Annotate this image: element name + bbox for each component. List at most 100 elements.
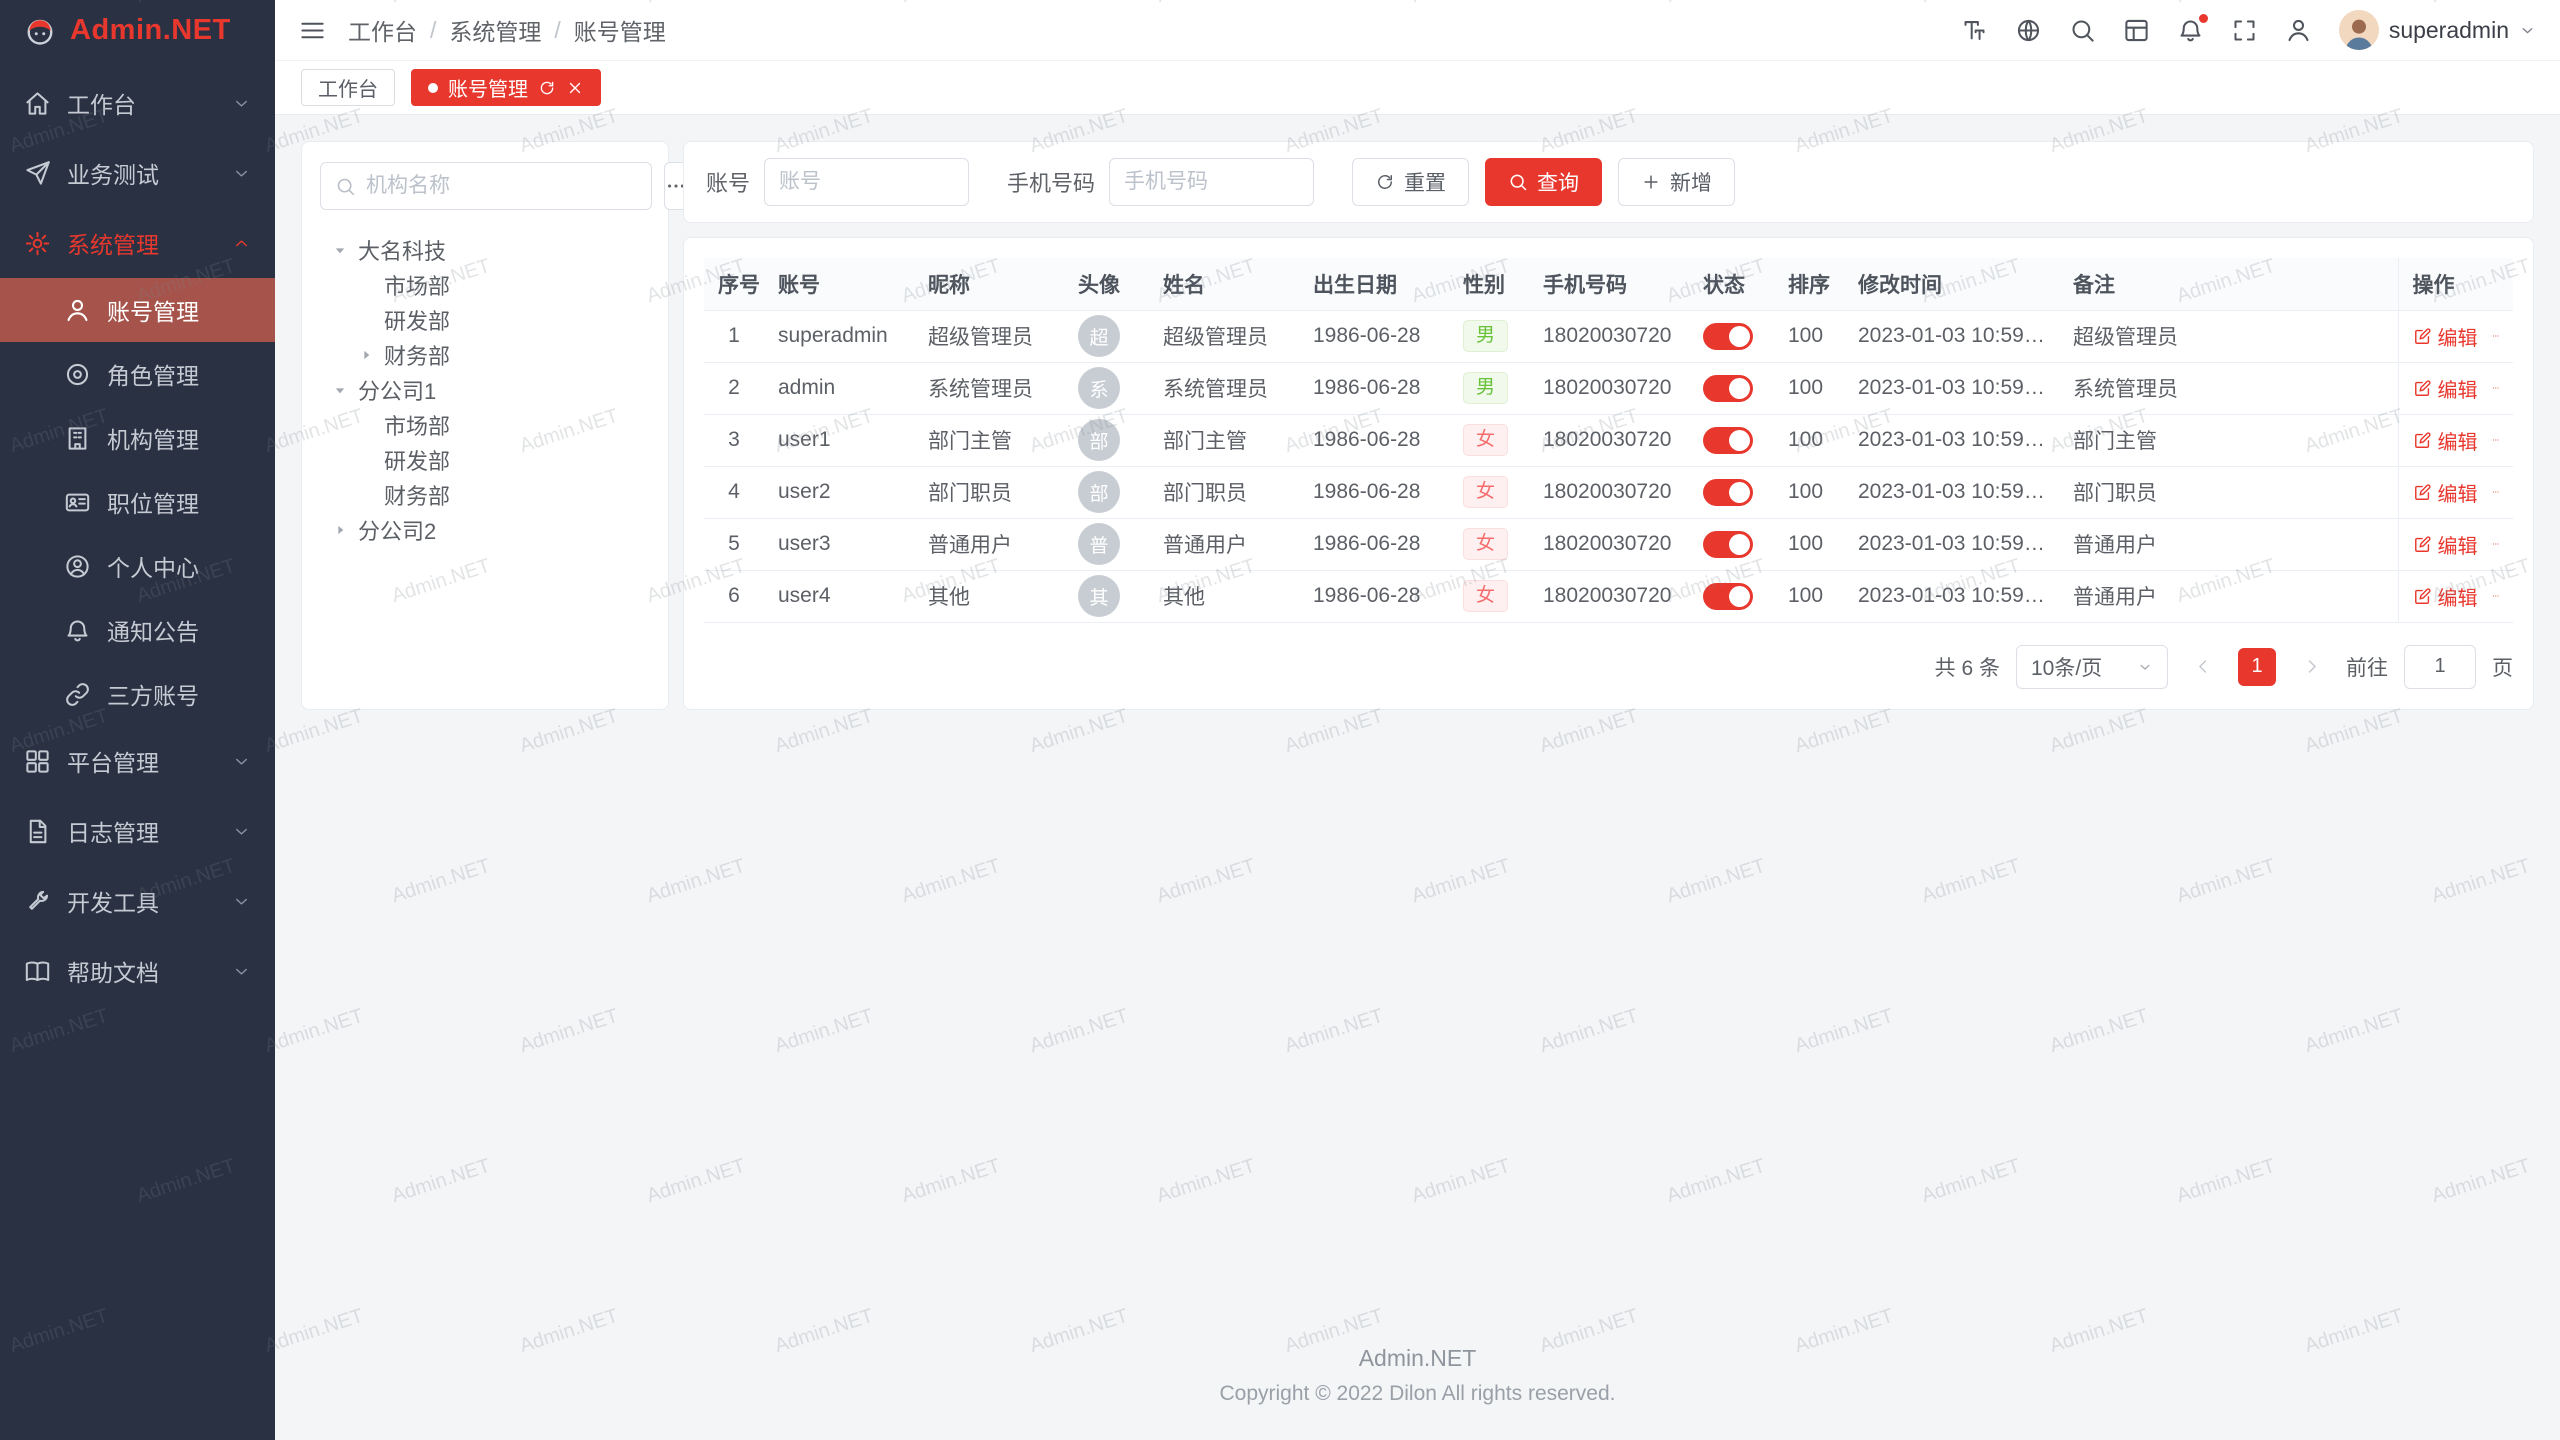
sidebar-item-dev-tools[interactable]: 开发工具 xyxy=(0,866,275,936)
tab-workbench[interactable]: 工作台 xyxy=(301,69,395,106)
topbar: 工作台/系统管理/账号管理 superadmin xyxy=(275,0,2560,60)
row-more-button[interactable] xyxy=(2492,585,2500,607)
chevron-down-icon xyxy=(2519,22,2536,39)
search-button[interactable]: 查询 xyxy=(1485,158,1602,206)
cell-index: 1 xyxy=(704,310,764,362)
cell-status xyxy=(1689,414,1774,466)
hamburger-icon[interactable] xyxy=(299,17,326,44)
phone-filter-input[interactable] xyxy=(1109,158,1314,206)
edit-button[interactable]: 编辑 xyxy=(2413,374,2478,403)
next-page-button[interactable] xyxy=(2292,648,2330,686)
sidebar-item-role-mgmt[interactable]: 角色管理 xyxy=(0,342,275,406)
current-page-button[interactable]: 1 xyxy=(2238,648,2276,686)
tab-active-dot xyxy=(428,83,438,93)
edit-button[interactable]: 编辑 xyxy=(2413,426,2478,455)
reset-button[interactable]: 重置 xyxy=(1352,158,1469,206)
table-row: 2admin系统管理员系系统管理员1986-06-28男180200307201… xyxy=(704,362,2513,414)
sidebar-item-workbench[interactable]: 工作台 xyxy=(0,68,275,138)
caret-right-fill-icon xyxy=(330,520,350,540)
row-more-button[interactable] xyxy=(2492,325,2500,347)
caret-down-icon[interactable] xyxy=(328,238,352,262)
row-actions: 编辑 xyxy=(2413,374,2500,403)
cell-phone: 18020030720 xyxy=(1529,466,1689,518)
row-more-button[interactable] xyxy=(2492,481,2500,503)
sidebar-item-personal-center[interactable]: 个人中心 xyxy=(0,534,275,598)
layout-button[interactable] xyxy=(2123,17,2150,44)
page-size-select[interactable]: 10条/页 xyxy=(2016,645,2168,689)
caret-right-icon[interactable] xyxy=(354,343,378,367)
row-more-button[interactable] xyxy=(2492,429,2500,451)
tree-node[interactable]: 分公司2 xyxy=(320,512,650,547)
tree-node[interactable]: 财务部 xyxy=(320,477,650,512)
status-toggle[interactable] xyxy=(1703,531,1753,558)
tab-account-mgmt[interactable]: 账号管理 xyxy=(411,69,601,106)
logo[interactable]: Admin.NET xyxy=(0,0,275,60)
tree-node[interactable]: 市场部 xyxy=(320,407,650,442)
language-button[interactable] xyxy=(2015,17,2042,44)
tree-node[interactable]: 财务部 xyxy=(320,337,650,372)
cell-name: 部门职员 xyxy=(1149,466,1299,518)
sidebar-item-help-docs[interactable]: 帮助文档 xyxy=(0,936,275,1006)
tree-node[interactable]: 分公司1 xyxy=(320,372,650,407)
sidebar-item-notice[interactable]: 通知公告 xyxy=(0,598,275,662)
edit-button-label: 编辑 xyxy=(2438,530,2478,559)
sidebar-item-log-mgmt[interactable]: 日志管理 xyxy=(0,796,275,866)
notification-button[interactable] xyxy=(2177,17,2204,44)
caret-right-icon[interactable] xyxy=(328,518,352,542)
row-more-button[interactable] xyxy=(2492,377,2500,399)
cell-account: superadmin xyxy=(764,310,914,362)
more-icon xyxy=(2492,533,2500,555)
prev-page-button[interactable] xyxy=(2184,648,2222,686)
app-root: Admin.NET 工作台业务测试系统管理账号管理角色管理机构管理职位管理个人中… xyxy=(0,0,2560,1440)
sidebar-item-position-mgmt[interactable]: 职位管理 xyxy=(0,470,275,534)
tree-node[interactable]: 市场部 xyxy=(320,267,650,302)
caret-down-icon[interactable] xyxy=(328,378,352,402)
sidebar-item-org-mgmt[interactable]: 机构管理 xyxy=(0,406,275,470)
edit-button[interactable]: 编辑 xyxy=(2413,322,2478,351)
row-more-button[interactable] xyxy=(2492,533,2500,555)
status-toggle[interactable] xyxy=(1703,479,1753,506)
breadcrumb: 工作台/系统管理/账号管理 xyxy=(348,13,666,47)
add-button[interactable]: 新增 xyxy=(1618,158,1735,206)
tab-close-button[interactable] xyxy=(566,79,584,97)
cell-phone: 18020030720 xyxy=(1529,570,1689,622)
fullscreen-button[interactable] xyxy=(2231,17,2258,44)
sidebar-item-business-test[interactable]: 业务测试 xyxy=(0,138,275,208)
user-button[interactable] xyxy=(2285,17,2312,44)
tree-node[interactable]: 大名科技 xyxy=(320,232,650,267)
sidebar-item-system-mgmt[interactable]: 系统管理 xyxy=(0,208,275,278)
sidebar-item-third-account[interactable]: 三方账号 xyxy=(0,662,275,726)
user-menu[interactable]: superadmin xyxy=(2339,10,2536,50)
edit-button[interactable]: 编辑 xyxy=(2413,530,2478,559)
tree-node-label: 研发部 xyxy=(384,444,450,476)
goto-page-input[interactable] xyxy=(2404,645,2476,689)
edit-button-label: 编辑 xyxy=(2438,322,2478,351)
sidebar-item-platform-mgmt[interactable]: 平台管理 xyxy=(0,726,275,796)
cell-sort: 100 xyxy=(1774,518,1844,570)
status-toggle[interactable] xyxy=(1703,323,1753,350)
status-toggle[interactable] xyxy=(1703,375,1753,402)
tab-refresh-button[interactable] xyxy=(538,79,556,97)
account-filter-input[interactable] xyxy=(764,158,969,206)
breadcrumb-item[interactable]: 系统管理 xyxy=(449,13,541,47)
edit-button[interactable]: 编辑 xyxy=(2413,582,2478,611)
sidebar: Admin.NET 工作台业务测试系统管理账号管理角色管理机构管理职位管理个人中… xyxy=(0,0,275,1440)
more-icon xyxy=(2492,481,2500,503)
cell-remark: 部门职员 xyxy=(2059,466,2398,518)
caret-down-fill-icon xyxy=(330,240,350,260)
edit-icon xyxy=(2413,379,2432,398)
edit-button[interactable]: 编辑 xyxy=(2413,478,2478,507)
caret-right-fill-icon xyxy=(356,345,376,365)
edit-button-label: 编辑 xyxy=(2438,374,2478,403)
status-toggle[interactable] xyxy=(1703,427,1753,454)
sidebar-menu: 工作台业务测试系统管理账号管理角色管理机构管理职位管理个人中心通知公告三方账号平… xyxy=(0,60,275,1440)
search-button[interactable] xyxy=(2069,17,2096,44)
font-size-button[interactable] xyxy=(1961,17,1988,44)
row-actions: 编辑 xyxy=(2413,426,2500,455)
sidebar-item-account-mgmt[interactable]: 账号管理 xyxy=(0,278,275,342)
org-search-input[interactable] xyxy=(366,174,637,198)
tree-node[interactable]: 研发部 xyxy=(320,442,650,477)
status-toggle[interactable] xyxy=(1703,583,1753,610)
breadcrumb-item[interactable]: 工作台 xyxy=(348,13,417,47)
tree-node[interactable]: 研发部 xyxy=(320,302,650,337)
